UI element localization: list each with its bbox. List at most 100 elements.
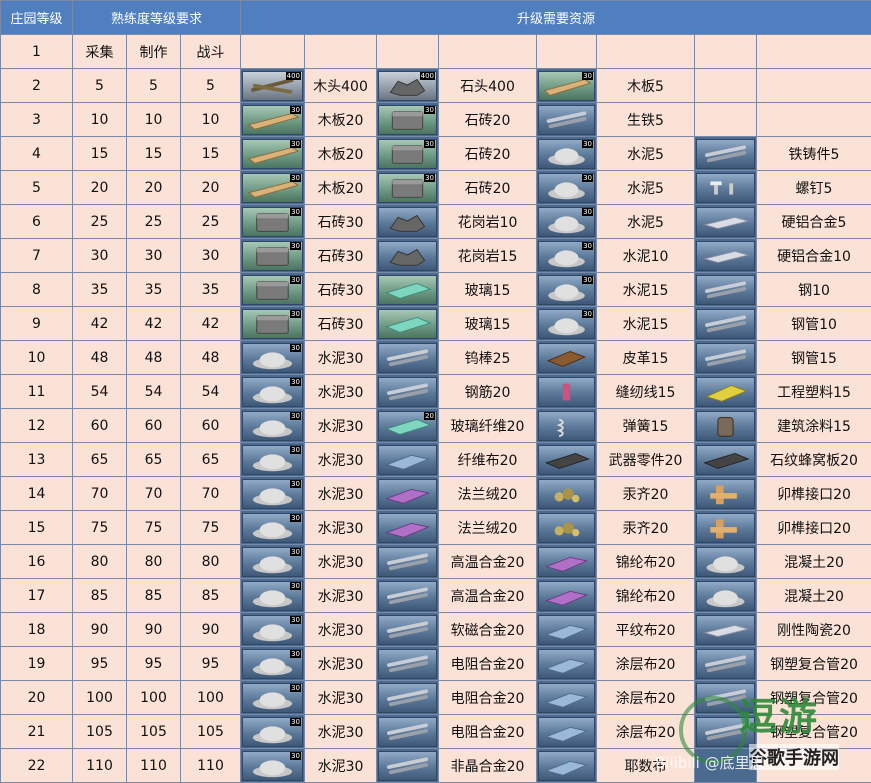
resource-name: 石纹蜂窝板20 (755, 442, 871, 477)
quantity-badge: 30 (290, 445, 301, 454)
resource-icon-cell (694, 136, 757, 171)
resource-icon-cell (694, 408, 757, 443)
empty-cell (304, 34, 377, 69)
header-row: 庄园等级 熟练度等级要求 升级需要资源 (0, 0, 871, 35)
cell-combat: 54 (180, 374, 241, 409)
cell-gather: 20 (72, 170, 127, 205)
resource-icon-cell (376, 306, 439, 341)
cement-icon: 30 (242, 342, 303, 373)
resource-icon-cell (376, 578, 439, 613)
empty-cell (376, 34, 439, 69)
resource-name: 水泥15 (596, 272, 695, 307)
table-row: 21 105 105 105 30 水泥30 电阻合金20 涂层布20 钢塑复合管20 (0, 714, 871, 749)
cement-icon: 30 (242, 444, 303, 475)
thread-icon (538, 376, 595, 407)
cell-gather: 35 (72, 272, 127, 307)
cell-gather: 100 (72, 680, 127, 715)
cell-combat: 60 (180, 408, 241, 443)
table-row: 13 65 65 65 30 水泥30 纤维布20 武器零件20 石纹蜂窝板20 (0, 442, 871, 477)
resource-icon-cell (694, 510, 757, 545)
cell-gather: 60 (72, 408, 127, 443)
table-row: 11 54 54 54 30 水泥30 钢筋20 缝纫线15 工程塑料15 (0, 374, 871, 409)
iron-casting-icon (696, 138, 755, 169)
cell-level: 13 (0, 442, 73, 477)
resource-icon-cell: 30 (240, 170, 305, 205)
cell-gather: 65 (72, 442, 127, 477)
resource-icon-cell: 30 (240, 102, 305, 137)
cement-icon: 30 (538, 240, 595, 271)
cell-combat: 5 (180, 68, 241, 103)
stone-brick-icon: 30 (378, 172, 437, 203)
resource-icon-cell: 30 (240, 442, 305, 477)
resource-name (755, 748, 871, 783)
resource-icon-cell (376, 204, 439, 239)
tungsten-rod-icon (378, 342, 437, 373)
resource-icon-cell: 400 (240, 68, 305, 103)
resource-name: 木板20 (304, 102, 377, 137)
amalgam-icon (538, 478, 595, 509)
resource-icon-cell: 30 (536, 272, 597, 307)
header-level: 庄园等级 (0, 0, 73, 35)
table-row: 22 110 110 110 30 水泥30 非晶合金20 耶数布 (0, 748, 871, 783)
cell-gather: 75 (72, 510, 127, 545)
resource-name: 电阻合金20 (438, 646, 537, 681)
resource-icon-cell (536, 510, 597, 545)
resource-name: 石砖30 (304, 272, 377, 307)
screw-icon (696, 172, 755, 203)
fiber-cloth-icon (378, 444, 437, 475)
cell-gather: 54 (72, 374, 127, 409)
quantity-badge: 30 (582, 173, 593, 182)
cell-combat: 75 (180, 510, 241, 545)
cement-icon: 30 (242, 376, 303, 407)
resource-name: 汞齐20 (596, 476, 695, 511)
cell-gather: 48 (72, 340, 127, 375)
resource-name: 电阻合金20 (438, 680, 537, 715)
cell-craft: 85 (126, 578, 181, 613)
quantity-badge: 30 (582, 139, 593, 148)
coated-cloth-icon (538, 682, 595, 713)
wood-plank-icon: 30 (242, 172, 303, 203)
cell-combat: 95 (180, 646, 241, 681)
resource-name: 水泥30 (304, 374, 377, 409)
manor-upgrade-table: 庄园等级 熟练度等级要求 升级需要资源 1 采集 制作 战斗 2 5 5 5 400 木头… (0, 0, 871, 783)
concrete-icon (696, 546, 755, 577)
stone-brick-icon: 30 (242, 308, 303, 339)
resource-name: 水泥30 (304, 714, 377, 749)
quantity-badge: 30 (290, 173, 301, 182)
quantity-badge: 30 (582, 241, 593, 250)
resource-name: 水泥30 (304, 578, 377, 613)
spring-icon (538, 410, 595, 441)
resource-name: 软磁合金20 (438, 612, 537, 647)
weapon-part-icon (538, 444, 595, 475)
resource-name: 石砖20 (438, 170, 537, 205)
cement-icon: 30 (242, 614, 303, 645)
steel-pipe-icon (696, 342, 755, 373)
resource-name: 皮革15 (596, 340, 695, 375)
resource-name: 法兰绒20 (438, 476, 537, 511)
cement-icon: 30 (538, 172, 595, 203)
quantity-badge: 30 (582, 207, 593, 216)
cell-level: 9 (0, 306, 73, 341)
resource-icon-cell: 30 (240, 612, 305, 647)
cement-icon: 30 (242, 580, 303, 611)
resource-icon-cell: 30 (240, 476, 305, 511)
cell-craft: 10 (126, 102, 181, 137)
cell-craft: 15 (126, 136, 181, 171)
cement-icon: 30 (242, 546, 303, 577)
resource-icon-cell (536, 442, 597, 477)
superalloy-icon (378, 580, 437, 611)
cement-icon: 30 (242, 410, 303, 441)
table-row: 19 95 95 95 30 水泥30 电阻合金20 涂层布20 钢塑复合管20 (0, 646, 871, 681)
cell-craft: 90 (126, 612, 181, 647)
flannel-icon (378, 478, 437, 509)
resource-name: 螺钉5 (755, 170, 871, 205)
resource-icon-cell (376, 272, 439, 307)
quantity-badge: 30 (290, 615, 301, 624)
cell-level: 16 (0, 544, 73, 579)
resource-name: 铁铸件5 (755, 136, 871, 171)
resource-name: 钨棒25 (438, 340, 537, 375)
header-proficiency: 熟练度等级要求 (72, 0, 241, 35)
resource-name: 水泥30 (304, 476, 377, 511)
quantity-badge: 30 (290, 343, 301, 352)
resource-icon-cell (694, 612, 757, 647)
